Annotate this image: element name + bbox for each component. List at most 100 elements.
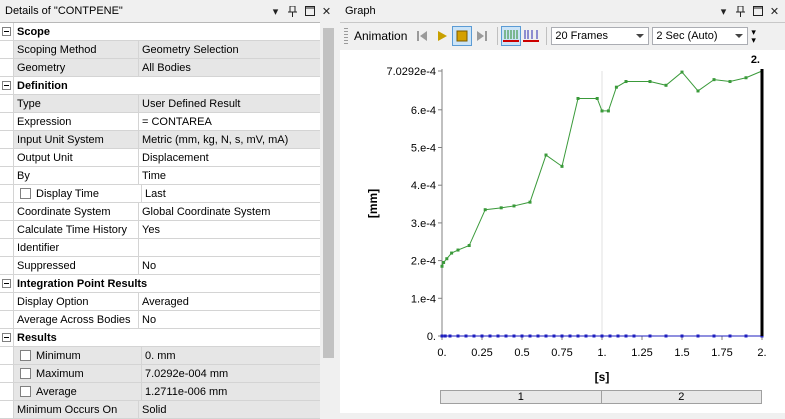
details-scrollbar[interactable] [320, 22, 337, 413]
property-value[interactable]: Geometry Selection [139, 41, 320, 58]
property-row[interactable]: Identifier [0, 239, 320, 257]
y-tick-label: 1.e-4 [411, 293, 436, 305]
timeline-segment[interactable]: 2 [600, 391, 762, 403]
property-label: Average [36, 385, 77, 398]
property-row[interactable]: Minimum Occurs On Solid [0, 401, 320, 419]
property-row[interactable]: By Time [0, 167, 320, 185]
property-name: By [14, 167, 139, 184]
previous-frame-button[interactable] [413, 27, 431, 45]
data-point [568, 334, 572, 338]
property-label: Results [17, 331, 57, 344]
data-point [576, 334, 580, 338]
data-point [528, 200, 532, 204]
property-value[interactable]: Displacement [139, 149, 320, 166]
property-label: Integration Point Results [17, 277, 148, 290]
property-label: Geometry [17, 61, 66, 74]
category-row[interactable]: Scope [0, 23, 320, 41]
property-row[interactable]: Coordinate System Global Coordinate Syste… [0, 203, 320, 221]
property-label: Identifier [17, 241, 60, 254]
data-point [616, 334, 620, 338]
property-value[interactable] [139, 239, 320, 256]
frames-select[interactable]: 20 Frames [551, 27, 650, 45]
category-row[interactable]: Integration Point Results [0, 275, 320, 293]
data-point [592, 334, 596, 338]
graph-plot-area[interactable]: 0. 1.e-4 2.e-4 3.e-4 4.e-4 5.e-4 6.e-4 7.0292e-… [340, 50, 785, 413]
result-sets-icon[interactable] [522, 27, 540, 45]
dropdown-icon[interactable]: ▾ [717, 5, 730, 18]
property-value[interactable]: User Defined Result [139, 95, 320, 112]
property-row[interactable]: Calculate Time History Yes [0, 221, 320, 239]
toolbar-overflow-icon[interactable]: ▾ ▾ [751, 28, 756, 45]
property-value[interactable]: 1.2711e-006 mm [142, 383, 320, 400]
property-name: Definition [14, 77, 317, 94]
maximize-icon[interactable] [303, 5, 316, 18]
property-row[interactable]: Maximum 7.0292e-004 mm [0, 365, 320, 383]
play-button[interactable] [433, 27, 451, 45]
collapse-icon[interactable] [2, 279, 11, 288]
timeline-segment[interactable]: 1 [441, 391, 601, 403]
data-point [600, 334, 604, 338]
property-row[interactable]: Output Unit Displacement [0, 149, 320, 167]
property-value[interactable]: Averaged [139, 293, 320, 310]
property-name: Expression [14, 113, 139, 130]
property-row[interactable]: Geometry All Bodies [0, 59, 320, 77]
next-frame-button[interactable] [473, 27, 491, 45]
parameter-checkbox[interactable] [20, 386, 31, 397]
close-icon[interactable]: ✕ [768, 5, 781, 18]
animation-label: Animation [354, 29, 408, 43]
property-value[interactable]: Yes [139, 221, 320, 238]
data-point [664, 334, 668, 338]
row-gutter [0, 59, 14, 76]
maximize-icon[interactable] [751, 5, 764, 18]
property-row[interactable]: Display Time Last [0, 185, 320, 203]
property-row[interactable]: Display Option Averaged [0, 293, 320, 311]
property-value[interactable]: All Bodies [139, 59, 320, 76]
property-value[interactable]: Last [142, 185, 320, 202]
timeline-bar[interactable]: 12 [440, 390, 762, 404]
collapse-icon[interactable] [2, 27, 11, 36]
property-row[interactable]: Average 1.2711e-006 mm [0, 383, 320, 401]
distributed-frames-icon[interactable] [501, 26, 522, 46]
property-row[interactable]: Suppressed No [0, 257, 320, 275]
property-value[interactable]: Time [139, 167, 320, 184]
data-point [512, 204, 516, 208]
pin-icon[interactable] [734, 5, 747, 18]
property-row[interactable]: Scoping Method Geometry Selection [0, 41, 320, 59]
parameter-checkbox[interactable] [20, 188, 31, 199]
scrollbar-thumb[interactable] [323, 28, 334, 358]
property-value[interactable]: Global Coordinate System [139, 203, 320, 220]
frames-value: 20 Frames [555, 30, 608, 42]
pin-icon[interactable] [286, 5, 299, 18]
y-tick-label: 5.e-4 [411, 143, 436, 155]
close-icon[interactable]: ✕ [320, 5, 333, 18]
property-value[interactable]: 0. mm [142, 347, 320, 364]
property-value[interactable]: Solid [139, 401, 320, 418]
parameter-checkbox[interactable] [20, 368, 31, 379]
collapse-icon[interactable] [2, 81, 11, 90]
property-value[interactable]: Metric (mm, kg, N, s, mV, mA) [139, 131, 320, 148]
property-row[interactable]: Average Across Bodies No [0, 311, 320, 329]
property-value[interactable]: No [139, 257, 320, 274]
data-point [528, 334, 532, 338]
category-row[interactable]: Results [0, 329, 320, 347]
property-value[interactable]: = CONTAREA [139, 113, 320, 130]
toolbar-separator [497, 27, 499, 45]
dropdown-icon[interactable]: ▾ [269, 5, 282, 18]
property-label: Output Unit [17, 151, 73, 164]
stop-button[interactable] [452, 26, 473, 46]
category-row[interactable]: Definition [0, 77, 320, 95]
x-tick-label: 0.75 [551, 347, 572, 359]
duration-select[interactable]: 2 Sec (Auto) [652, 27, 749, 45]
toolbar-grip[interactable] [344, 28, 348, 44]
property-value[interactable]: 7.0292e-004 mm [142, 365, 320, 382]
parameter-checkbox[interactable] [20, 350, 31, 361]
data-point [584, 334, 588, 338]
property-row[interactable]: Input Unit System Metric (mm, kg, N, s, m… [0, 131, 320, 149]
property-row[interactable]: Expression = CONTAREA [0, 113, 320, 131]
property-row[interactable]: Type User Defined Result [0, 95, 320, 113]
property-row[interactable]: Minimum 0. mm [0, 347, 320, 365]
collapse-icon[interactable] [2, 333, 11, 342]
y-tick-label: 2.e-4 [411, 256, 436, 268]
data-point [712, 78, 716, 82]
property-value[interactable]: No [139, 311, 320, 328]
